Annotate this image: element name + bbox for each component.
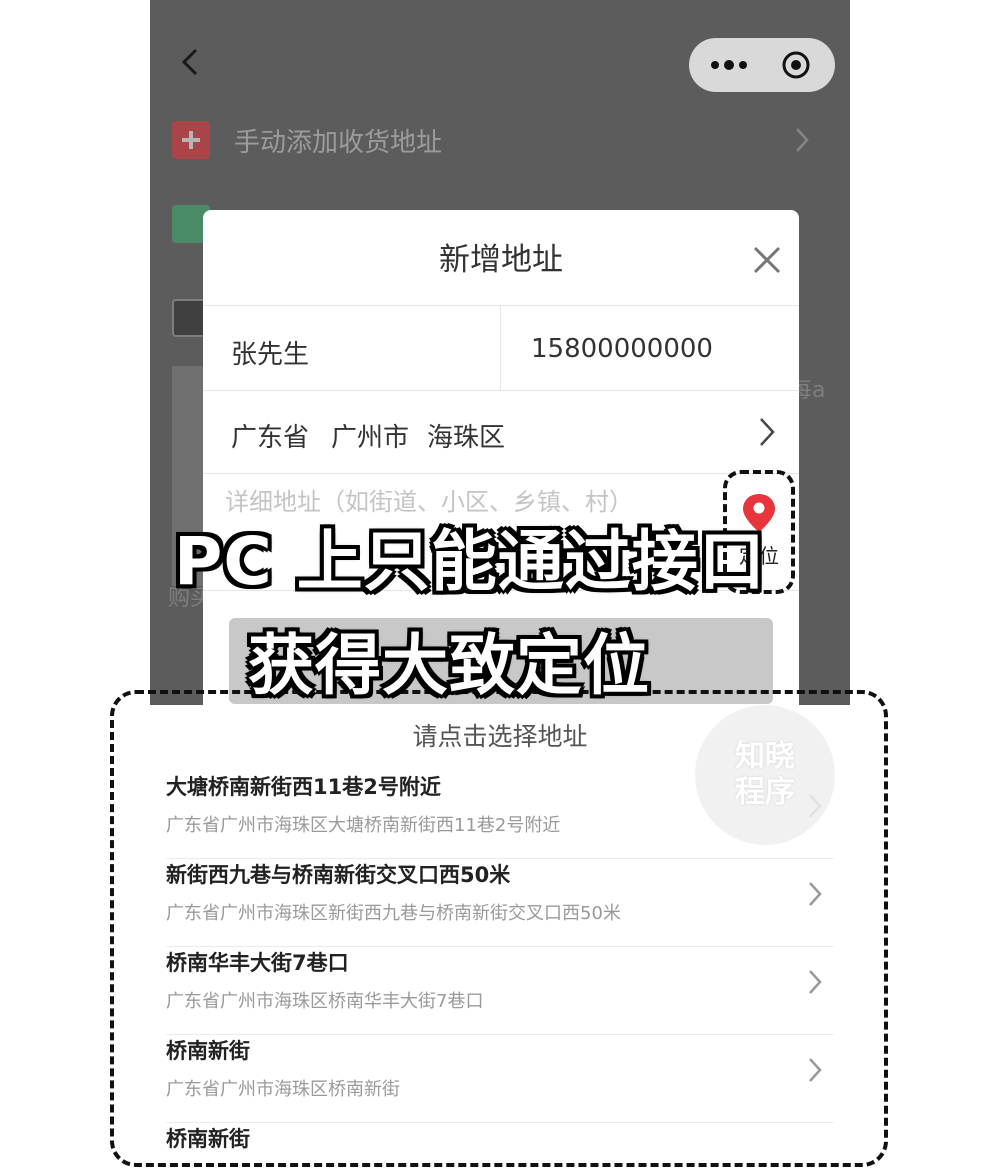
caption-line-1: PC 上只能通过接口 (174, 523, 766, 600)
region-city: 广州市 (331, 423, 410, 453)
caption-line-2: 获得大致定位 (248, 627, 650, 704)
capsule-menu[interactable] (689, 38, 835, 92)
back-icon[interactable] (172, 44, 208, 80)
close-icon[interactable] (751, 244, 783, 276)
region-province: 广东省 (231, 423, 310, 453)
divider (500, 305, 501, 390)
chevron-right-icon (796, 128, 809, 152)
phone-field[interactable]: 15800000000 (531, 334, 713, 364)
name-field[interactable]: 张先生 (231, 334, 309, 371)
region-district: 海珠区 (427, 423, 506, 453)
divider (203, 473, 799, 474)
modal-title: 新增地址 (439, 242, 563, 278)
more-dots-icon[interactable] (709, 53, 749, 77)
divider (203, 390, 799, 391)
target-icon[interactable] (781, 50, 811, 80)
divider (203, 305, 799, 306)
manual-add-label: 手动添加收货地址 (234, 127, 443, 158)
picker-highlight-frame (110, 690, 888, 1167)
chevron-right-icon (760, 418, 775, 446)
manual-add-row[interactable]: 手动添加收货地址 (172, 120, 828, 160)
plus-icon (172, 121, 210, 159)
